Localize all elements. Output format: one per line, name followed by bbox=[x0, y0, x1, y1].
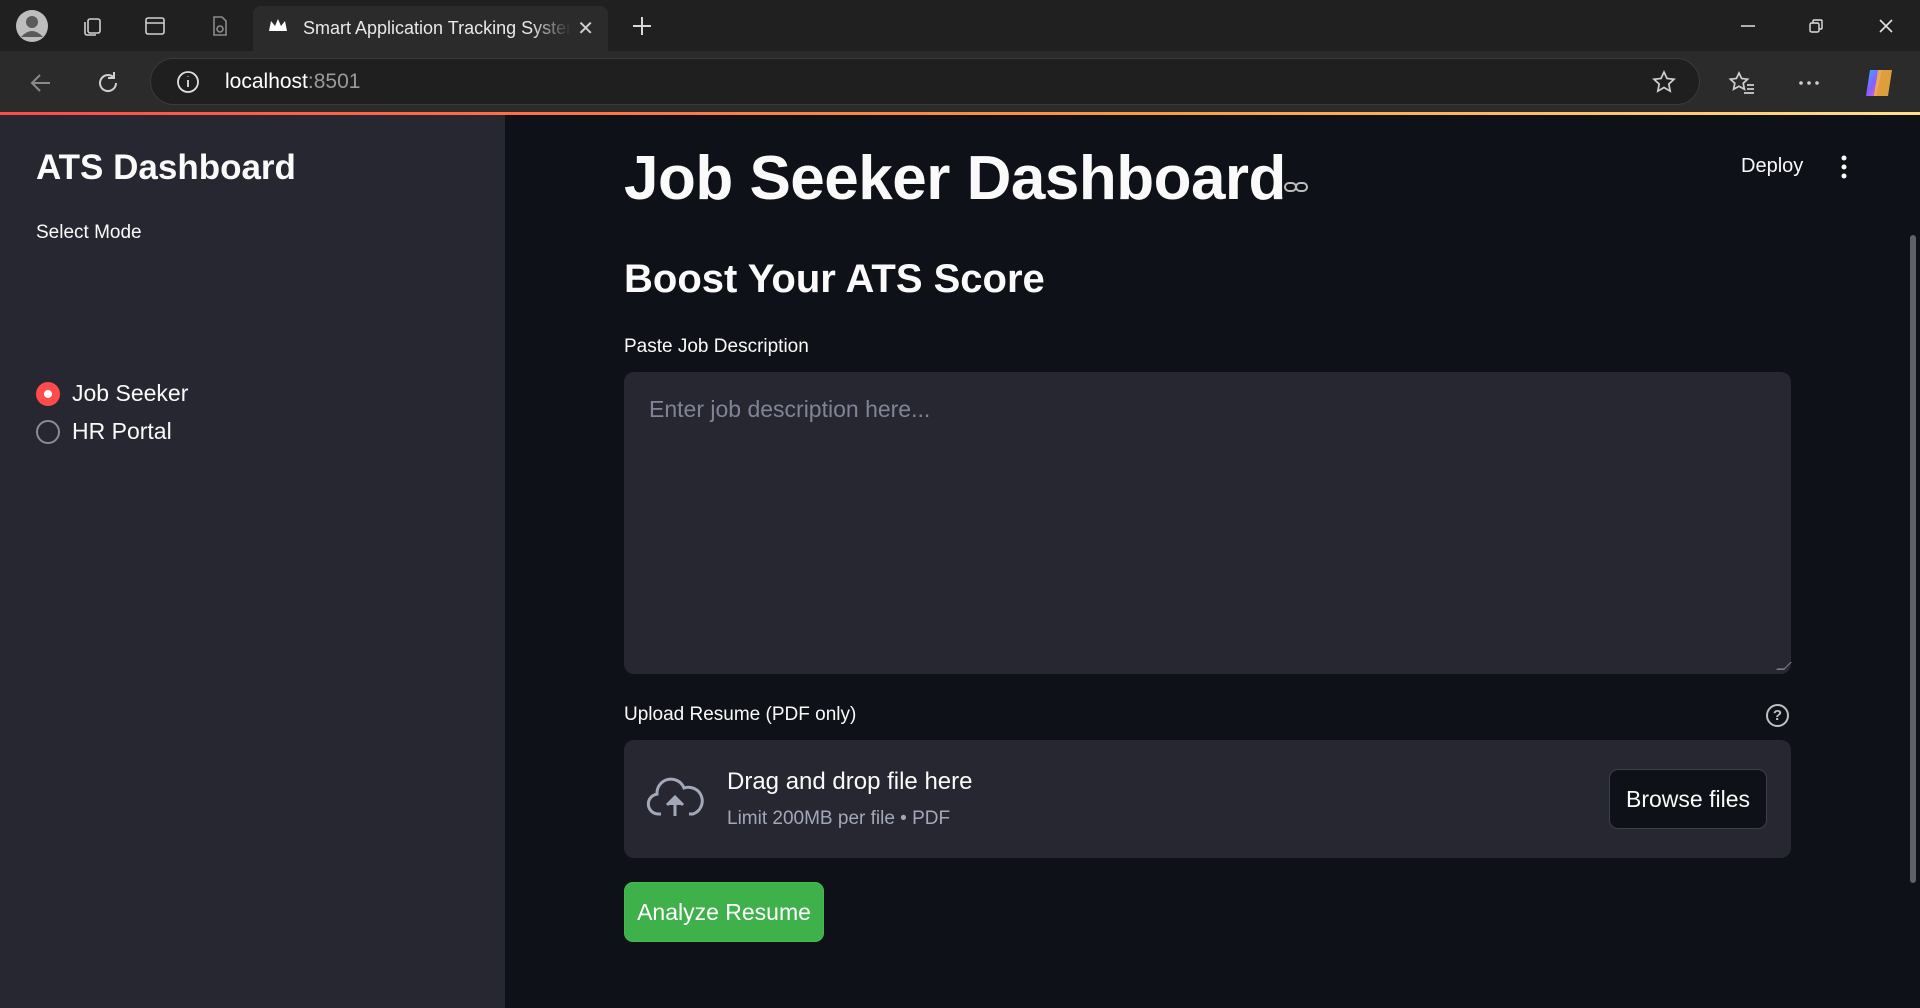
page-scrollbar[interactable] bbox=[1910, 235, 1916, 883]
job-description-label: Paste Job Description bbox=[624, 336, 809, 357]
mode-radio-label: Select Mode bbox=[36, 222, 142, 243]
copilot-icon[interactable] bbox=[1857, 61, 1901, 105]
radio-option-job-seeker[interactable]: Job Seeker bbox=[36, 380, 188, 407]
analyze-resume-button[interactable]: Analyze Resume bbox=[624, 882, 824, 942]
upload-cloud-icon bbox=[646, 776, 704, 825]
file-dropzone[interactable]: Drag and drop file here Limit 200MB per … bbox=[624, 740, 1791, 858]
section-subtitle: Boost Your ATS Score bbox=[624, 257, 1045, 301]
back-icon[interactable] bbox=[19, 61, 63, 105]
deploy-button[interactable]: Deploy bbox=[1741, 155, 1803, 178]
restore-icon[interactable] bbox=[1782, 0, 1850, 51]
more-options-icon[interactable] bbox=[1787, 61, 1831, 105]
radio-unselected-icon[interactable] bbox=[36, 419, 60, 444]
new-tab-icon[interactable] bbox=[622, 6, 662, 46]
workspaces-icon[interactable] bbox=[68, 0, 116, 51]
profile-avatar-icon[interactable] bbox=[8, 0, 56, 51]
radio-selected-icon[interactable] bbox=[36, 381, 60, 406]
close-window-icon[interactable] bbox=[1852, 0, 1920, 51]
url-host: localhost bbox=[225, 69, 308, 93]
dropzone-instructions: Drag and drop file here bbox=[727, 768, 973, 795]
upload-resume-label: Upload Resume (PDF only) bbox=[624, 704, 857, 725]
sidebar bbox=[0, 115, 505, 1008]
pinned-tab-icon[interactable] bbox=[196, 0, 244, 51]
tab-close-icon[interactable]: ✕ bbox=[577, 16, 594, 41]
dropzone-limit-text: Limit 200MB per file • PDF bbox=[727, 808, 951, 829]
url-text[interactable]: localhost:8501 bbox=[225, 70, 360, 94]
browser-tab-bar: Smart Application Tracking System ✕ bbox=[0, 0, 1920, 51]
tab-title: Smart Application Tracking System bbox=[303, 18, 571, 38]
browser-toolbar: localhost:8501 bbox=[0, 51, 1920, 114]
radio-option-label: HR Portal bbox=[72, 418, 172, 444]
tab-favicon-icon bbox=[267, 17, 289, 40]
site-info-icon[interactable] bbox=[175, 69, 201, 100]
help-icon[interactable]: ? bbox=[1766, 704, 1789, 727]
radio-option-hr-portal[interactable]: HR Portal bbox=[36, 418, 172, 445]
job-description-input[interactable] bbox=[624, 372, 1791, 674]
main-menu-icon[interactable] bbox=[1834, 154, 1854, 185]
radio-option-label: Job Seeker bbox=[72, 380, 189, 406]
browse-files-button[interactable]: Browse files bbox=[1609, 769, 1767, 829]
active-tab[interactable]: Smart Application Tracking System ✕ bbox=[253, 6, 608, 51]
reload-icon[interactable] bbox=[86, 61, 130, 105]
minimize-icon[interactable] bbox=[1714, 0, 1782, 51]
sidebar-title: ATS Dashboard bbox=[36, 148, 296, 187]
page-title: Job Seeker Dashboard bbox=[624, 144, 1286, 213]
favorite-star-icon[interactable] bbox=[1651, 69, 1677, 100]
url-port: :8501 bbox=[307, 69, 361, 93]
anchor-link-icon[interactable] bbox=[1283, 174, 1309, 205]
tab-actions-icon[interactable] bbox=[131, 0, 179, 51]
address-bar[interactable]: localhost:8501 bbox=[150, 58, 1700, 105]
favorites-icon[interactable] bbox=[1720, 61, 1764, 105]
